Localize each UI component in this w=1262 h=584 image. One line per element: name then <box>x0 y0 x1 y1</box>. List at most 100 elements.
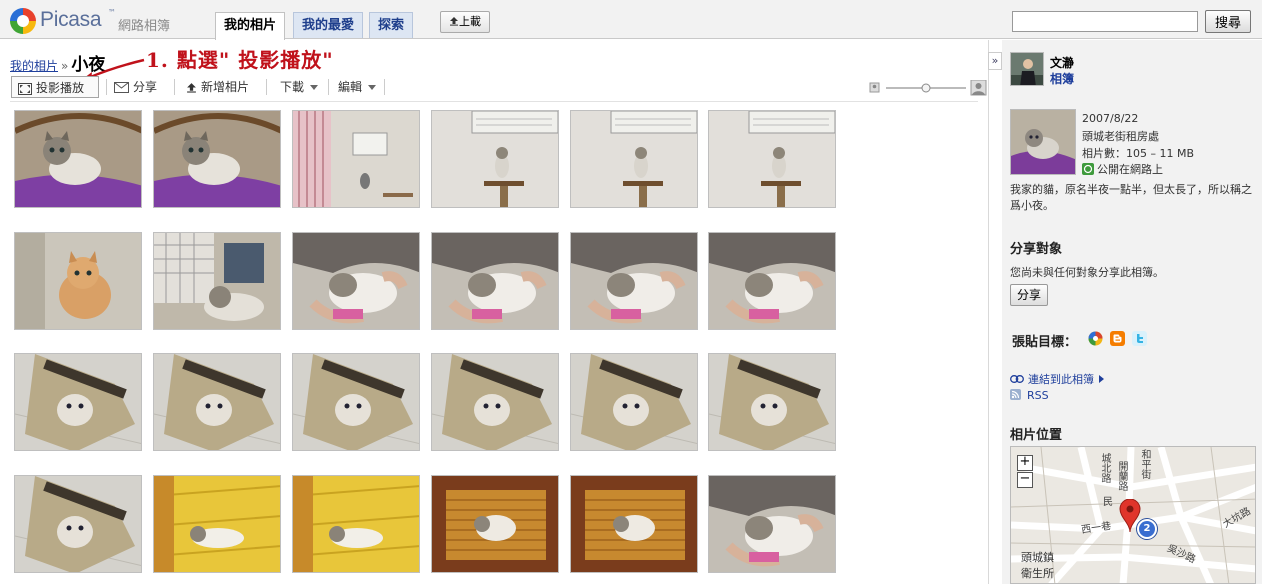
small-thumbnail-icon[interactable] <box>869 82 880 93</box>
tab-explore[interactable]: 探索 <box>369 12 414 38</box>
photo-thumbnail[interactable] <box>14 110 142 208</box>
fullscreen-icon <box>18 82 32 95</box>
photo-thumbnail[interactable] <box>431 232 559 330</box>
tab-favorites[interactable]: 我的最愛 <box>293 12 364 38</box>
thumbnail-size-control <box>868 79 988 96</box>
album-toolbar: 投影播放 分享 新增相片 下載 編輯 <box>10 76 987 98</box>
photo-thumbnail[interactable] <box>431 353 559 451</box>
photo-thumbnail[interactable] <box>708 353 836 451</box>
search-button[interactable]: 搜尋 <box>1205 10 1251 33</box>
public-globe-icon <box>1082 163 1094 175</box>
map-cluster-count: 2 <box>1143 523 1151 534</box>
toolbar-divider <box>328 79 329 95</box>
photo-thumbnail[interactable] <box>292 232 420 330</box>
upload-label: 上載 <box>459 15 481 28</box>
album-cover <box>1010 109 1076 175</box>
picasa-share-icon[interactable] <box>1088 331 1103 346</box>
logo-trademark: ™ <box>108 8 116 17</box>
photo-location-map[interactable]: + − 頭城鎮 衛生所 和平街 開蘭路 大坑路 吳沙路 西一巷 民 城北路 2 <box>1010 446 1256 584</box>
album-visibility: 公開在網路上 <box>1082 161 1163 177</box>
logo-subtitle: 網路相簿 <box>118 19 171 34</box>
photo-thumbnail[interactable] <box>292 110 420 208</box>
link-chain-icon <box>1010 375 1024 383</box>
toolbar-divider <box>174 79 175 95</box>
map-label: 城北路 <box>1099 453 1110 483</box>
toolbar-divider <box>266 79 267 95</box>
photo-thumbnail[interactable] <box>153 475 281 573</box>
map-label: 開蘭路 <box>1116 461 1127 491</box>
owner-avatar[interactable] <box>1010 52 1044 86</box>
share-heading: 分享對象 <box>1010 242 1063 257</box>
album-stats: 相片數：105 – 11 MB <box>1082 147 1195 160</box>
chevron-down-icon <box>368 85 377 90</box>
photo-thumbnail[interactable] <box>153 232 281 330</box>
collapse-sidebar-button[interactable]: » <box>988 52 1002 70</box>
search-input[interactable] <box>1012 11 1198 32</box>
photo-thumbnail[interactable] <box>153 353 281 451</box>
photo-thumbnail[interactable] <box>14 232 142 330</box>
toolbar-divider-line <box>10 101 978 102</box>
breadcrumb-my-photos[interactable]: 我的相片 <box>10 59 58 73</box>
rss-icon <box>1010 389 1021 400</box>
share-status-text: 您尚未與任何對象分享此相簿。 <box>1010 266 1164 279</box>
owner-name: 文瀞 <box>1050 56 1075 70</box>
map-zoom-out-button[interactable]: − <box>1017 472 1033 488</box>
tab-my-photos[interactable]: 我的相片 <box>215 12 286 40</box>
photo-thumbnail[interactable] <box>153 110 281 208</box>
slideshow-button[interactable]: 投影播放 <box>11 76 99 98</box>
edit-label: 編輯 <box>338 80 363 94</box>
map-label: 和平街 <box>1139 449 1150 479</box>
toolbar-divider <box>106 79 107 95</box>
photo-thumbnail[interactable] <box>708 110 836 208</box>
photo-thumbnail[interactable] <box>570 475 698 573</box>
share-button[interactable]: 分享 <box>1010 284 1048 306</box>
album-description: 我家的貓，原名半夜一點半，但太長了，所以稱之爲小夜。 <box>1010 183 1252 212</box>
edit-menu[interactable]: 編輯 <box>338 76 377 98</box>
photo-thumbnail[interactable] <box>570 353 698 451</box>
map-zoom-in-button[interactable]: + <box>1017 455 1033 471</box>
photo-thumbnail[interactable] <box>570 232 698 330</box>
slideshow-label: 投影播放 <box>36 81 85 95</box>
photo-thumbnail[interactable] <box>14 475 142 573</box>
album-date: 2007/8/22 <box>1082 112 1139 125</box>
logo-text[interactable]: Picasa <box>40 8 102 32</box>
picasa-logo-icon[interactable] <box>10 8 36 34</box>
chevron-down-icon <box>310 85 319 90</box>
photo-thumbnail[interactable] <box>292 353 420 451</box>
upload-button[interactable]: 上載 <box>440 11 490 33</box>
upload-icon <box>450 17 458 26</box>
top-bar: Picasa ™ 網路相簿 我的相片 我的最愛 探索 上載 搜尋 <box>0 0 1262 40</box>
zoom-slider-handle[interactable] <box>921 83 931 93</box>
tutorial-annotation: 1. 點選" 投影播放" <box>146 48 334 72</box>
map-cluster-badge[interactable]: 2 <box>1137 519 1157 539</box>
blogger-icon[interactable] <box>1110 331 1125 346</box>
large-thumbnail-icon[interactable] <box>970 79 987 96</box>
album-location: 頭城老街租房處 <box>1082 130 1159 143</box>
download-label: 下載 <box>280 80 305 94</box>
photo-thumbnail[interactable] <box>292 475 420 573</box>
sidebar-divider <box>988 40 989 584</box>
rss-link[interactable]: RSS <box>1010 389 1049 402</box>
share-toolbar-button[interactable]: 分享 <box>114 76 157 98</box>
upload-icon <box>187 83 196 93</box>
map-label: 衛生所 <box>1021 567 1054 580</box>
post-to-label: 張貼目標： <box>1012 335 1078 350</box>
add-photos-button[interactable]: 新增相片 <box>186 76 249 98</box>
chevron-right-icon: » <box>991 54 999 67</box>
owner-albums-link[interactable]: 相簿 <box>1050 70 1074 87</box>
photo-thumbnail[interactable] <box>570 110 698 208</box>
twitter-icon[interactable] <box>1132 331 1147 346</box>
triangle-right-icon <box>1099 375 1104 383</box>
photo-thumbnail[interactable] <box>14 353 142 451</box>
add-photos-label: 新增相片 <box>201 80 250 94</box>
photo-thumbnail[interactable] <box>431 110 559 208</box>
map-label: 頭城鎮 <box>1021 551 1054 564</box>
photo-thumbnail[interactable] <box>708 475 836 573</box>
download-menu[interactable]: 下載 <box>280 76 319 98</box>
photo-thumbnail[interactable] <box>431 475 559 573</box>
map-label: 民 <box>1103 497 1113 508</box>
album-visibility-text: 公開在網路上 <box>1097 163 1163 176</box>
link-to-album[interactable]: 連結到此相簿 <box>1010 371 1104 387</box>
album-sidebar: 文瀞 相簿 2007/8/22 頭城老街租房處 相片數：105 – 11 MB … <box>1002 40 1262 584</box>
photo-thumbnail[interactable] <box>708 232 836 330</box>
